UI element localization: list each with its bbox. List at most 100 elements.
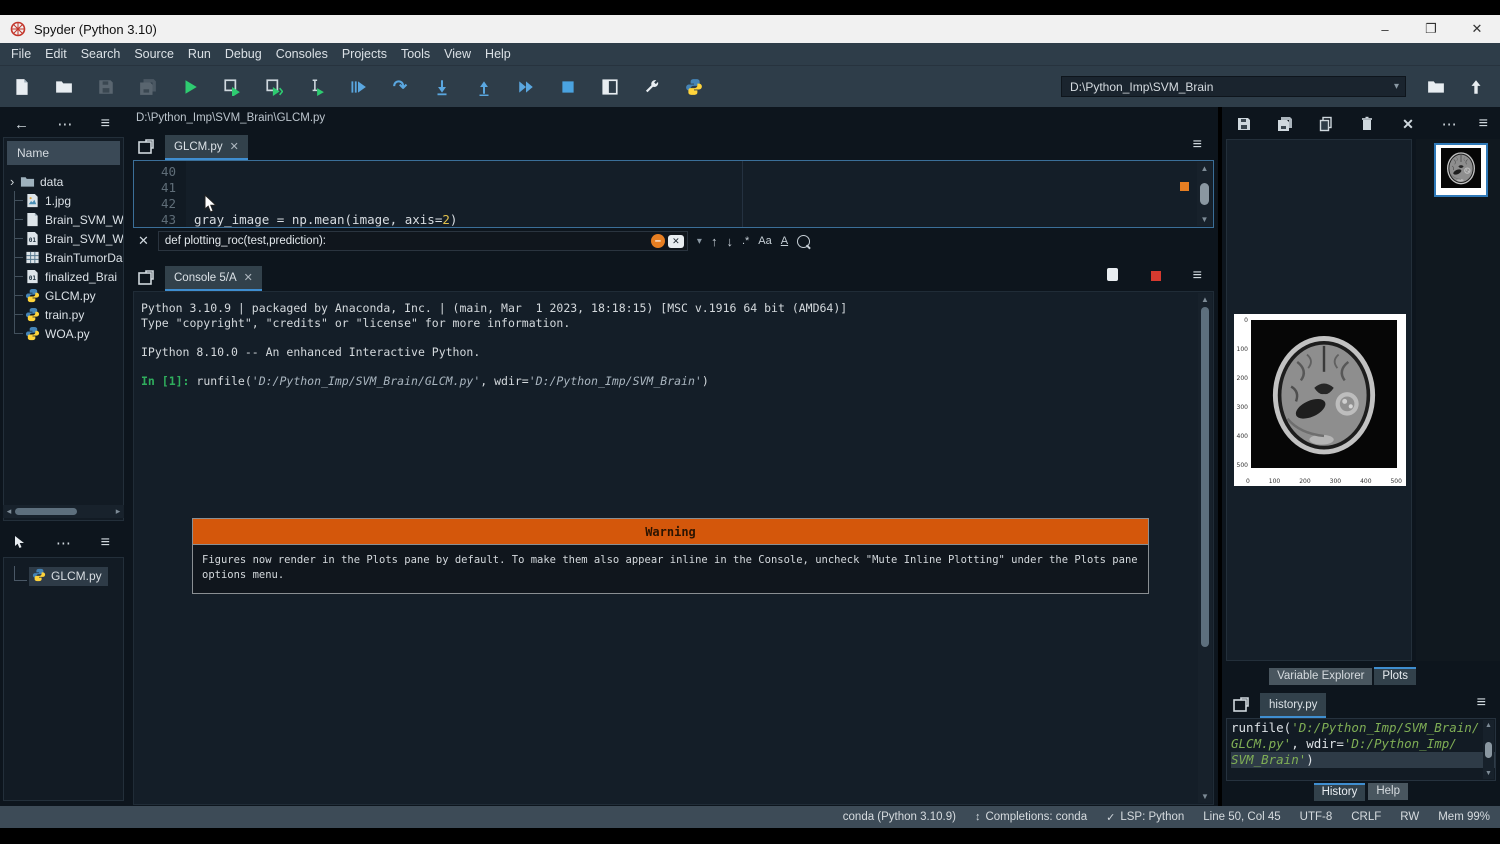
new-file-icon[interactable] xyxy=(12,77,32,97)
more-icon[interactable]: ⋯ xyxy=(56,536,71,551)
run-cell-advance-icon[interactable] xyxy=(264,77,284,97)
minimize-button[interactable]: – xyxy=(1362,15,1408,43)
history-options-menu-icon[interactable]: ≡ xyxy=(1477,694,1486,712)
scroll-right-icon[interactable]: ▸ xyxy=(112,506,124,517)
code-line[interactable]: gray_image = np.mean(image, axis=2) xyxy=(194,212,1213,228)
tab-history[interactable]: History xyxy=(1314,783,1366,801)
options-menu-icon[interactable]: ≡ xyxy=(101,115,110,133)
menu-run[interactable]: Run xyxy=(181,47,218,61)
inspect-icon[interactable] xyxy=(1106,267,1119,285)
close-tab-icon[interactable]: ✕ xyxy=(230,140,239,153)
close-find-icon[interactable]: ✕ xyxy=(138,233,149,249)
close-button[interactable]: ✕ xyxy=(1454,15,1500,43)
scrollbar-thumb[interactable] xyxy=(1200,183,1209,205)
more-icon[interactable]: ⋯ xyxy=(1442,117,1457,132)
options-menu-icon[interactable]: ≡ xyxy=(101,534,110,552)
step-return-icon[interactable] xyxy=(474,77,494,97)
menu-help[interactable]: Help xyxy=(478,47,518,61)
find-next-icon[interactable]: ↓ xyxy=(726,234,733,249)
console-pane[interactable]: Python 3.10.9 | packaged by Anaconda, In… xyxy=(133,291,1214,805)
menu-edit[interactable]: Edit xyxy=(38,47,74,61)
plot-canvas-area[interactable]: 0100200300400500 0100200300400500 xyxy=(1226,139,1412,661)
continue-icon[interactable] xyxy=(516,77,536,97)
history-pane[interactable]: runfile('D:/Python_Imp/SVM_Brain/GLCM.py… xyxy=(1226,718,1496,781)
browse-directory-icon[interactable] xyxy=(1426,77,1446,97)
menu-tools[interactable]: Tools xyxy=(394,47,437,61)
scroll-up-icon[interactable]: ▲ xyxy=(1201,164,1209,173)
menu-source[interactable]: Source xyxy=(127,47,181,61)
stop-icon[interactable] xyxy=(558,77,578,97)
regex-icon[interactable]: .* xyxy=(742,235,749,247)
tab-plots[interactable]: Plots xyxy=(1374,667,1416,685)
tab-variable-explorer[interactable]: Variable Explorer xyxy=(1269,668,1372,685)
file-item-data[interactable]: ›data xyxy=(10,172,123,191)
menu-view[interactable]: View xyxy=(437,47,478,61)
tab-help[interactable]: Help xyxy=(1368,783,1408,800)
browse-tabs-icon[interactable] xyxy=(137,138,155,156)
menu-file[interactable]: File xyxy=(4,47,38,61)
step-into-icon[interactable] xyxy=(432,77,452,97)
file-item-train-py[interactable]: train.py xyxy=(10,305,123,324)
clear-search-icon[interactable]: ✕ xyxy=(668,235,684,248)
scroll-left-icon[interactable]: ◂ xyxy=(3,506,15,517)
expand-icon[interactable]: › xyxy=(10,174,20,189)
file-item-woa-py[interactable]: WOA.py xyxy=(10,324,123,343)
plot-thumbnail-selected[interactable] xyxy=(1434,143,1488,197)
open-file-icon[interactable] xyxy=(54,77,74,97)
editor-pane[interactable]: 40414243 gray_image = np.mean(image, axi… xyxy=(133,160,1214,228)
file-item-brain-svm-wo[interactable]: 01Brain_SVM_WO xyxy=(10,229,123,248)
save-all-icon[interactable] xyxy=(138,77,158,97)
maximize-pane-icon[interactable] xyxy=(600,77,620,97)
files-horizontal-scrollbar[interactable]: ◂ ▸ xyxy=(3,505,124,518)
file-item-1-jpg[interactable]: 1.jpg xyxy=(10,191,123,210)
preferences-icon[interactable] xyxy=(642,77,662,97)
find-previous-icon[interactable]: ↑ xyxy=(711,234,718,249)
close-tab-icon[interactable]: ✕ xyxy=(244,271,253,284)
scrollbar-thumb[interactable] xyxy=(1485,742,1492,758)
run-file-icon[interactable] xyxy=(180,77,200,97)
editor-options-menu-icon[interactable]: ≡ xyxy=(1193,136,1202,154)
run-cell-icon[interactable] xyxy=(222,77,242,97)
console-scrollbar[interactable]: ▲ ▼ xyxy=(1198,293,1212,803)
restore-button[interactable]: ❐ xyxy=(1408,15,1454,43)
save-all-plots-icon[interactable] xyxy=(1275,114,1295,134)
history-scrollbar[interactable]: ▲ ▼ xyxy=(1483,720,1494,779)
tab-history-py[interactable]: history.py xyxy=(1260,693,1326,718)
search-icon[interactable] xyxy=(797,235,810,248)
scrollbar-thumb[interactable] xyxy=(15,508,77,515)
scroll-down-icon[interactable]: ▼ xyxy=(1201,792,1209,801)
more-icon[interactable]: ⋯ xyxy=(57,117,72,132)
console-options-menu-icon[interactable]: ≡ xyxy=(1193,267,1202,285)
browse-tabs-icon[interactable] xyxy=(137,269,155,287)
copy-plot-icon[interactable] xyxy=(1316,114,1336,134)
code-area[interactable]: gray_image = np.mean(image, axis=2)gray_… xyxy=(186,161,1213,227)
case-sensitive-icon[interactable]: Aa xyxy=(758,235,771,247)
menu-projects[interactable]: Projects xyxy=(335,47,394,61)
whole-words-icon[interactable]: A xyxy=(781,235,788,247)
debug-file-icon[interactable] xyxy=(348,77,368,97)
scroll-down-icon[interactable]: ▼ xyxy=(1201,215,1209,224)
menu-debug[interactable]: Debug xyxy=(218,47,269,61)
browse-tabs-icon[interactable] xyxy=(1232,696,1250,714)
outline-item-glcm[interactable]: GLCM.py xyxy=(4,566,123,586)
scroll-down-icon[interactable]: ▼ xyxy=(1485,770,1492,777)
back-icon[interactable]: ← xyxy=(14,117,29,132)
menu-consoles[interactable]: Consoles xyxy=(269,47,335,61)
remove-all-plots-icon[interactable]: ✕ xyxy=(1398,114,1418,134)
files-name-header[interactable]: Name xyxy=(7,141,120,165)
rerun-cell-icon[interactable]: ↷ xyxy=(390,77,410,97)
tab-console-5a[interactable]: Console 5/A ✕ xyxy=(165,266,262,291)
plots-options-menu-icon[interactable]: ≡ xyxy=(1479,115,1488,133)
file-item-brain-svm-wo[interactable]: Brain_SVM_WO xyxy=(10,210,123,229)
find-input[interactable] xyxy=(159,235,651,247)
code-analysis-marker[interactable] xyxy=(1180,182,1189,191)
file-item-braintumorda[interactable]: BrainTumorDa xyxy=(10,248,123,267)
scroll-up-icon[interactable]: ▲ xyxy=(1485,722,1492,729)
save-icon[interactable] xyxy=(96,77,116,97)
python-env-icon[interactable] xyxy=(684,77,704,97)
run-selection-icon[interactable] xyxy=(306,77,326,97)
save-plot-icon[interactable] xyxy=(1234,114,1254,134)
tab-glcm-py[interactable]: GLCM.py ✕ xyxy=(165,135,248,160)
chevron-down-icon[interactable]: ▾ xyxy=(1394,81,1405,92)
cursor-icon[interactable] xyxy=(14,535,26,552)
